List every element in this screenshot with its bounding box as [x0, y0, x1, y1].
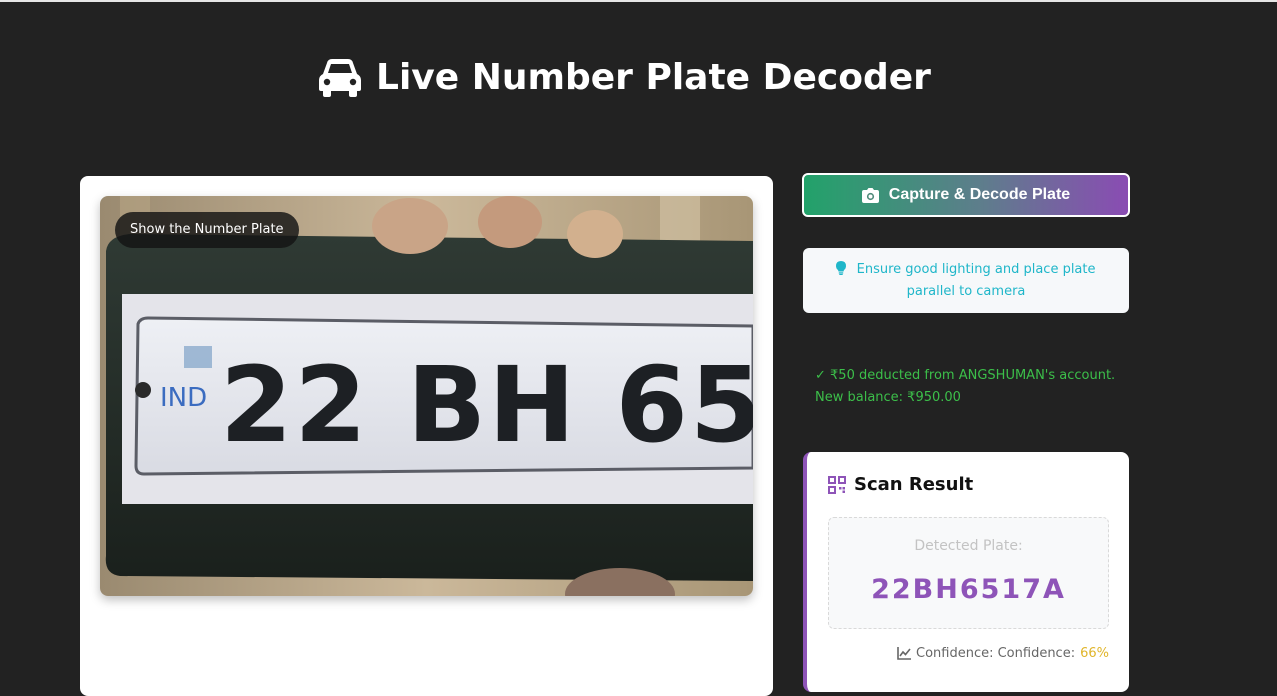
- confidence-value: 66%: [1080, 646, 1109, 661]
- camera-overlay-label: Show the Number Plate: [115, 212, 299, 248]
- tip-text: Ensure good lighting and place plate par…: [856, 262, 1096, 299]
- page-title: Live Number Plate Decoder: [318, 52, 931, 102]
- camera-feed: IND 22 BH 6517 A Show the Number Plate: [100, 196, 753, 596]
- top-border: [0, 0, 1277, 2]
- detected-plate-value: 22BH6517A: [871, 574, 1066, 605]
- tip-box: Ensure good lighting and place plate par…: [803, 248, 1129, 313]
- camera-icon: [861, 187, 879, 203]
- capture-decode-label: Capture & Decode Plate: [888, 186, 1071, 203]
- lightbulb-icon: [836, 261, 856, 277]
- detected-plate-label: Detected Plate:: [914, 538, 1023, 554]
- camera-card: IND 22 BH 6517 A Show the Number Plate: [80, 176, 773, 696]
- confidence-row: Confidence: Confidence: 66%: [897, 646, 1109, 661]
- plate-text: 22 BH 6517 A: [220, 344, 753, 466]
- detected-plate-box: Detected Plate: 22BH6517A: [828, 517, 1109, 629]
- capture-decode-button[interactable]: Capture & Decode Plate: [802, 173, 1130, 217]
- car-icon: [318, 57, 362, 97]
- scan-result-card: Scan Result Detected Plate: 22BH6517A Co…: [803, 452, 1129, 692]
- deduction-text: ✓ ₹50 deducted from ANGSHUMAN's account.: [815, 368, 1116, 383]
- plate-country-code: IND: [160, 383, 207, 413]
- chart-line-icon: [897, 647, 911, 660]
- scan-result-title: Scan Result: [854, 474, 974, 495]
- scan-result-header: Scan Result: [828, 474, 973, 495]
- confidence-label: Confidence: Confidence:: [916, 646, 1076, 661]
- page-title-text: Live Number Plate Decoder: [376, 56, 931, 98]
- qrcode-icon: [828, 475, 846, 494]
- balance-message: ✓ ₹50 deducted from ANGSHUMAN's account.…: [815, 365, 1135, 409]
- new-balance-text: New balance: ₹950.00: [815, 390, 961, 405]
